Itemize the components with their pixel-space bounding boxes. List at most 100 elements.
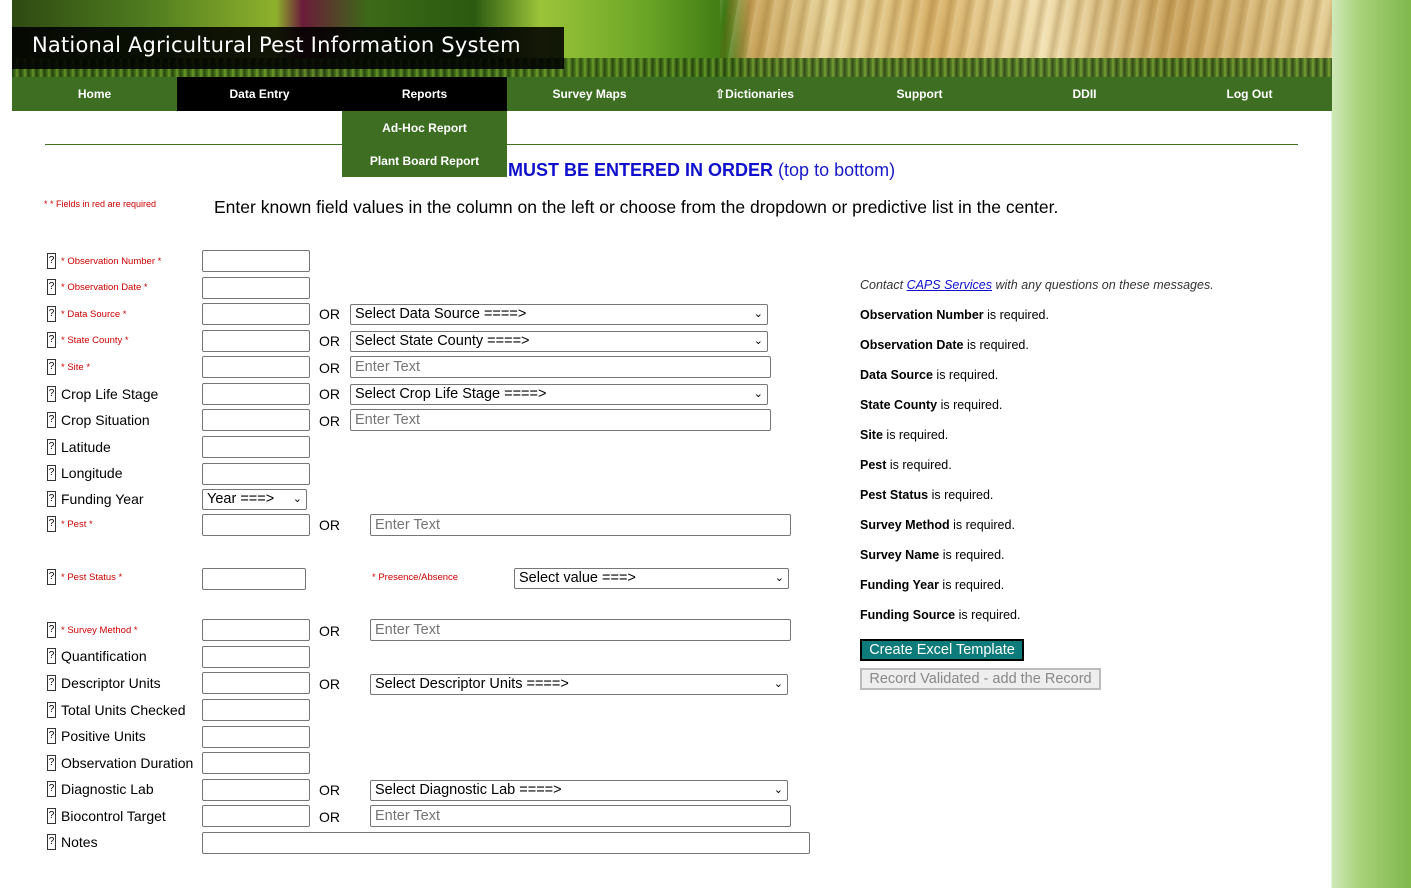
biocontrol-target-input[interactable]	[202, 805, 310, 827]
help-icon[interactable]: ?	[47, 412, 56, 428]
add-record-button[interactable]: Record Validated - add the Record	[860, 668, 1101, 690]
help-icon[interactable]: ?	[47, 306, 56, 322]
or-label: OR	[319, 360, 340, 376]
data-source-select-value: Select Data Source ====>	[355, 306, 527, 322]
pest-status-input[interactable]	[202, 568, 306, 590]
pest-predictive-input[interactable]: Enter Text	[370, 514, 791, 536]
diagnostic-lab-select-value: Select Diagnostic Lab ====>	[375, 782, 562, 798]
crop-situation-input[interactable]	[202, 409, 310, 431]
help-icon[interactable]: ?	[47, 439, 56, 455]
state-county-select-value: Select State County ====>	[355, 333, 530, 349]
wheat-image	[720, 0, 1332, 58]
label-presence-absence: * Presence/Absence	[372, 572, 459, 583]
notes-input[interactable]	[202, 832, 810, 854]
help-icon[interactable]: ?	[47, 332, 56, 348]
or-label: OR	[319, 386, 340, 402]
biocontrol-target-predictive-input[interactable]: Enter Text	[370, 805, 791, 827]
nav-ddii[interactable]: DDII	[1002, 77, 1167, 111]
label-pest-status: * Pest Status *	[61, 572, 123, 583]
or-label: OR	[319, 623, 340, 639]
help-icon[interactable]: ?	[47, 253, 56, 269]
funding-year-select[interactable]: Year ===> ⌄	[202, 489, 307, 510]
quantification-input[interactable]	[202, 646, 310, 668]
site-title: National Agricultural Pest Information S…	[32, 33, 521, 57]
validation-message: Survey Method is required.	[860, 518, 1015, 532]
label-funding-year: Funding Year	[61, 491, 144, 507]
presence-absence-select[interactable]: Select value ===> ⌄	[514, 568, 789, 589]
validation-message: Funding Year is required.	[860, 578, 1005, 592]
help-icon[interactable]: ?	[47, 622, 56, 638]
label-observation-number: * Observation Number *	[61, 256, 162, 267]
nav-dictionaries[interactable]: ⇧Dictionaries	[672, 77, 837, 111]
menu-item-adhoc-report[interactable]: Ad-Hoc Report	[342, 111, 507, 144]
create-excel-template-button[interactable]: Create Excel Template	[860, 639, 1024, 661]
descriptor-units-input[interactable]	[202, 672, 310, 694]
observation-date-input[interactable]	[202, 277, 310, 299]
label-pest: * Pest *	[61, 519, 93, 530]
label-observation-duration: Observation Duration	[61, 755, 194, 771]
help-icon[interactable]: ?	[47, 569, 56, 585]
menu-item-plant-board-report[interactable]: Plant Board Report	[342, 144, 507, 177]
nav-log-out[interactable]: Log Out	[1167, 77, 1332, 111]
or-label: OR	[319, 333, 340, 349]
descriptor-units-select-value: Select Descriptor Units ====>	[375, 676, 569, 692]
validation-message: Site is required.	[860, 428, 949, 442]
validation-message: Funding Source is required.	[860, 608, 1021, 622]
help-icon[interactable]: ?	[47, 465, 56, 481]
help-icon[interactable]: ?	[47, 808, 56, 824]
survey-method-predictive-input[interactable]: Enter Text	[370, 619, 791, 641]
help-icon[interactable]: ?	[47, 491, 56, 507]
data-source-input[interactable]	[202, 303, 310, 325]
or-label: OR	[319, 782, 340, 798]
data-source-select[interactable]: Select Data Source ====> ⌄	[350, 304, 768, 325]
label-notes: Notes	[61, 834, 98, 850]
crop-situation-predictive-input[interactable]: Enter Text	[350, 409, 771, 431]
help-icon[interactable]: ?	[47, 648, 56, 664]
help-icon[interactable]: ?	[47, 386, 56, 402]
nav-data-entry[interactable]: Data Entry	[177, 77, 342, 111]
help-icon[interactable]: ?	[47, 781, 56, 797]
help-icon[interactable]: ?	[47, 755, 56, 771]
nav-home[interactable]: Home	[12, 77, 177, 111]
observation-number-input[interactable]	[202, 250, 310, 272]
chevron-down-icon: ⌄	[773, 678, 783, 690]
site-predictive-input[interactable]: Enter Text	[350, 356, 771, 378]
header-banner: National Agricultural Pest Information S…	[12, 0, 1332, 77]
validation-message: Pest Status is required.	[860, 488, 994, 502]
help-icon[interactable]: ?	[47, 834, 56, 850]
nav-reports[interactable]: Reports	[342, 77, 507, 111]
survey-method-input[interactable]	[202, 619, 310, 641]
label-biocontrol-target: Biocontrol Target	[61, 808, 166, 824]
observation-duration-input[interactable]	[202, 752, 310, 774]
latitude-input[interactable]	[202, 436, 310, 458]
pest-input[interactable]	[202, 514, 310, 536]
help-icon[interactable]: ?	[47, 279, 56, 295]
site-input[interactable]	[202, 356, 310, 378]
caps-services-link[interactable]: CAPS Services	[907, 278, 992, 292]
state-county-input[interactable]	[202, 330, 310, 352]
divider	[45, 144, 1298, 145]
state-county-select[interactable]: Select State County ====> ⌄	[350, 331, 768, 352]
crop-life-stage-input[interactable]	[202, 383, 310, 405]
contact-suffix: with any questions on these messages.	[992, 278, 1214, 292]
diagnostic-lab-input[interactable]	[202, 779, 310, 801]
positive-units-input[interactable]	[202, 726, 310, 748]
label-total-units-checked: Total Units Checked	[61, 702, 186, 718]
or-label: OR	[319, 413, 340, 429]
help-icon[interactable]: ?	[47, 675, 56, 691]
help-icon[interactable]: ?	[47, 359, 56, 375]
nav-support[interactable]: Support	[837, 77, 1002, 111]
diagnostic-lab-select[interactable]: Select Diagnostic Lab ====> ⌄	[370, 780, 788, 801]
help-icon[interactable]: ?	[47, 728, 56, 744]
descriptor-units-select[interactable]: Select Descriptor Units ====> ⌄	[370, 674, 788, 695]
chevron-down-icon: ⌄	[753, 335, 763, 347]
crop-life-stage-select[interactable]: Select Crop Life Stage ====> ⌄	[350, 384, 768, 405]
help-icon[interactable]: ?	[47, 702, 56, 718]
chevron-down-icon: ⌄	[292, 493, 302, 505]
reports-dropdown-menu: Ad-Hoc Report Plant Board Report	[342, 111, 507, 177]
label-site: * Site *	[61, 362, 91, 373]
help-icon[interactable]: ?	[47, 516, 56, 532]
nav-survey-maps[interactable]: Survey Maps	[507, 77, 672, 111]
total-units-checked-input[interactable]	[202, 699, 310, 721]
longitude-input[interactable]	[202, 463, 310, 485]
